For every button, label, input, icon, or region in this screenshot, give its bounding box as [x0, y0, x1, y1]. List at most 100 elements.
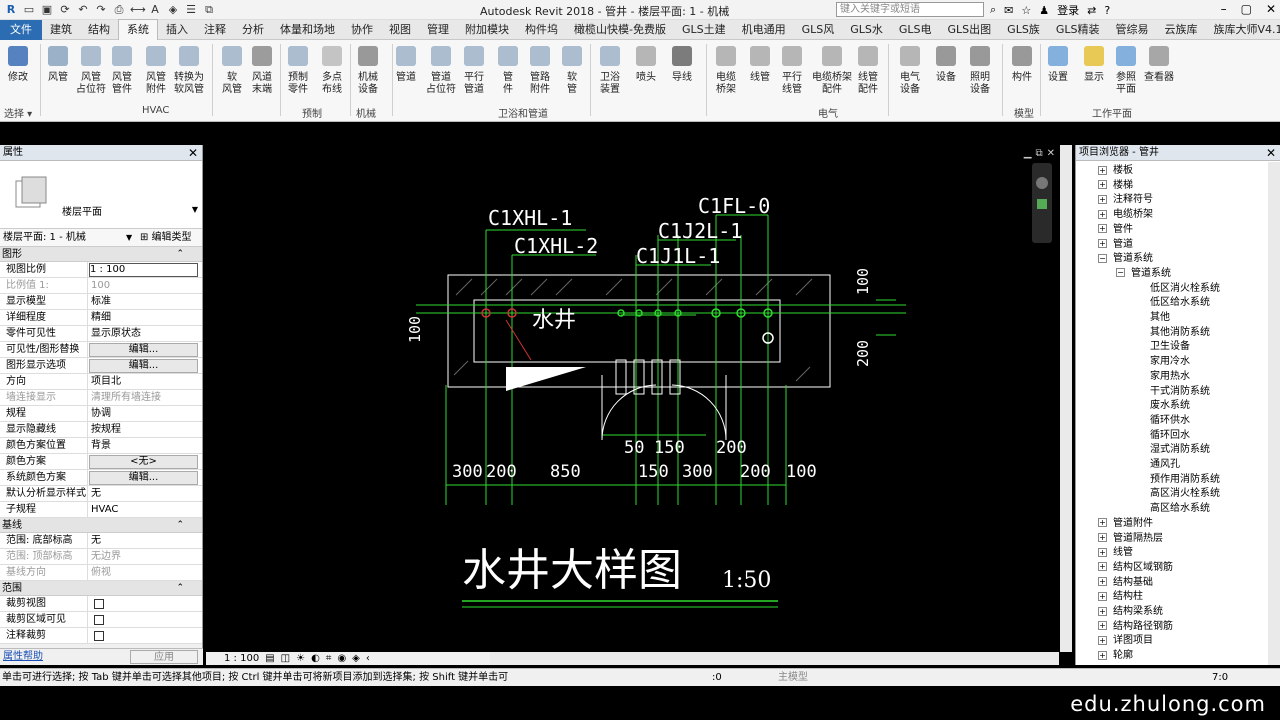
tab-5[interactable]: 注释	[196, 20, 234, 40]
browser-scrollbar[interactable]	[1268, 162, 1280, 665]
ribbon-button-23[interactable]: 电缆桥架 配件	[812, 44, 852, 96]
section-graphics[interactable]: 图形 ⌃	[0, 247, 202, 262]
browser-item[interactable]: 循环供水	[1150, 414, 1190, 428]
ribbon-group-7[interactable]: 工作平面	[1092, 105, 1132, 120]
tab-15[interactable]: 机电通用	[734, 20, 794, 40]
properties-help-link[interactable]: 属性帮助	[0, 651, 43, 662]
ribbon-button-0[interactable]: 修改	[6, 44, 30, 84]
expand-icon[interactable]: +	[1098, 650, 1107, 660]
ribbon-button-17[interactable]: 卫浴 装置	[598, 44, 622, 96]
expand-icon[interactable]: +	[1098, 239, 1107, 248]
tab-2[interactable]: 结构	[80, 20, 118, 40]
close-button[interactable]: ✕	[1266, 2, 1276, 16]
tab-21[interactable]: GLS精装	[1048, 20, 1108, 40]
property-row[interactable]: 颜色方案 <无>	[0, 454, 202, 470]
binoculars-icon[interactable]: ⌕	[990, 3, 996, 17]
property-value[interactable]	[88, 612, 202, 627]
tab-1[interactable]: 建筑	[42, 20, 80, 40]
property-value[interactable]	[88, 628, 202, 643]
expand-icon[interactable]: +	[1098, 621, 1107, 631]
edit-button[interactable]: <无>	[89, 455, 198, 469]
ribbon-group-2[interactable]: 预制	[302, 105, 322, 120]
browser-item[interactable]: + 结构基础	[1098, 576, 1153, 590]
temp-hide-icon[interactable]: ◉	[337, 652, 346, 665]
ribbon-button-18[interactable]: 喷头	[634, 44, 658, 84]
browser-item[interactable]: + 管道附件	[1098, 517, 1153, 531]
property-value[interactable]: 协调	[88, 406, 202, 421]
expand-icon[interactable]: +	[1098, 518, 1107, 528]
close-icon[interactable]: ✕	[188, 145, 198, 161]
browser-item[interactable]: 通风孔	[1150, 458, 1180, 472]
property-row[interactable]: 图形显示选项 编辑...	[0, 358, 202, 374]
property-row[interactable]: 子规程 HVAC	[0, 502, 202, 518]
browser-item[interactable]: 卫生设备	[1150, 340, 1190, 354]
minimize-button[interactable]: –	[1221, 2, 1227, 16]
ribbon-button-28[interactable]: 构件	[1010, 44, 1034, 84]
property-row[interactable]: 范围: 底部标高无	[0, 533, 202, 549]
property-value[interactable]: 无	[88, 486, 202, 501]
ribbon-button-27[interactable]: 照明 设备	[968, 44, 992, 96]
tab-11[interactable]: 附加模块	[457, 20, 517, 40]
ribbon-button-32[interactable]: 查看器	[1144, 44, 1174, 84]
browser-item[interactable]: 干式消防系统	[1150, 385, 1210, 399]
ribbon-button-12[interactable]: 管道 占位符	[426, 44, 456, 96]
detail-level-icon[interactable]: ▤	[265, 652, 274, 665]
view-scale[interactable]: 1 : 100	[224, 652, 259, 665]
section-underlay[interactable]: 基线 ⌃	[0, 518, 202, 533]
tab-19[interactable]: GLS出图	[940, 20, 1000, 40]
browser-item[interactable]: + 结构梁系统	[1098, 605, 1163, 619]
save-icon[interactable]: ▣	[40, 3, 54, 17]
edit-button[interactable]: 编辑...	[89, 343, 198, 357]
ribbon-button-13[interactable]: 平行 管道	[462, 44, 486, 96]
ribbon-group-0[interactable]: 选择 ▾	[4, 105, 32, 120]
property-row[interactable]: 显示模型 标准	[0, 294, 202, 310]
browser-item[interactable]: + 管道隔热层	[1098, 532, 1163, 546]
expand-icon[interactable]: +	[1098, 547, 1107, 557]
browser-item[interactable]: 高区给水系统	[1150, 502, 1210, 516]
property-row[interactable]: 颜色方案位置 背景	[0, 438, 202, 454]
crop-view-icon[interactable]: ⌗	[326, 652, 332, 665]
tab-12[interactable]: 构件坞	[517, 20, 566, 40]
ribbon-button-11[interactable]: 管道	[394, 44, 418, 84]
property-row[interactable]: 详细程度 精细	[0, 310, 202, 326]
open-icon[interactable]: ▭	[22, 3, 36, 17]
ribbon-button-30[interactable]: 显示	[1082, 44, 1106, 84]
property-row[interactable]: 视图比例 1 : 100	[0, 262, 202, 278]
property-value[interactable]: 编辑...	[88, 342, 202, 357]
property-value[interactable]: HVAC	[88, 502, 202, 517]
3d-view-icon[interactable]: ◈	[166, 3, 180, 17]
expand-icon[interactable]: +	[1098, 165, 1107, 175]
horizontal-scrollbar[interactable]	[490, 652, 1059, 665]
thin-lines-icon[interactable]: ☰	[184, 3, 198, 17]
browser-item[interactable]: + 线管	[1098, 546, 1133, 560]
chevron-down-icon[interactable]: ▼	[126, 229, 132, 247]
property-value[interactable]: 无	[88, 533, 202, 548]
property-value[interactable]: 精细	[88, 310, 202, 325]
measure-icon[interactable]: ⟷	[130, 3, 146, 17]
exchange-icon[interactable]: ⇄	[1087, 4, 1096, 17]
instance-selector[interactable]: 楼层平面: 1 - 机械 ▼ ⊞ 编辑类型	[0, 229, 202, 247]
active-model[interactable]: 主模型	[778, 669, 808, 686]
property-row[interactable]: 比例值 1: 100	[0, 278, 202, 294]
browser-item[interactable]: 低区给水系统	[1150, 296, 1210, 310]
maximize-button[interactable]: ▢	[1241, 2, 1252, 16]
property-value[interactable]: 编辑...	[88, 470, 202, 485]
property-row[interactable]: 显示隐藏线 按规程	[0, 422, 202, 438]
text-icon[interactable]: A	[148, 3, 162, 17]
ribbon-button-31[interactable]: 参照 平面	[1114, 44, 1138, 96]
browser-item[interactable]: 高区消火栓系统	[1150, 487, 1220, 501]
sync-icon[interactable]: ⟳	[58, 3, 72, 17]
edit-button[interactable]: 编辑...	[89, 359, 198, 373]
vertical-scrollbar[interactable]	[1060, 145, 1072, 652]
ribbon-button-8[interactable]: 预制 零件	[286, 44, 310, 96]
tab-3[interactable]: 系统	[118, 19, 158, 40]
ribbon-button-19[interactable]: 导线	[670, 44, 694, 84]
browser-item[interactable]: + 管道	[1098, 238, 1133, 252]
tab-13[interactable]: 橄榄山快模-免费版	[566, 20, 674, 40]
ribbon-button-29[interactable]: 设置	[1046, 44, 1070, 84]
tab-8[interactable]: 协作	[343, 20, 381, 40]
property-value[interactable]: 清理所有墙连接	[88, 390, 202, 405]
property-row[interactable]: 零件可见性 显示原状态	[0, 326, 202, 342]
ribbon-button-1[interactable]: 风管	[46, 44, 70, 84]
collapse-icon[interactable]: −	[1098, 253, 1107, 263]
